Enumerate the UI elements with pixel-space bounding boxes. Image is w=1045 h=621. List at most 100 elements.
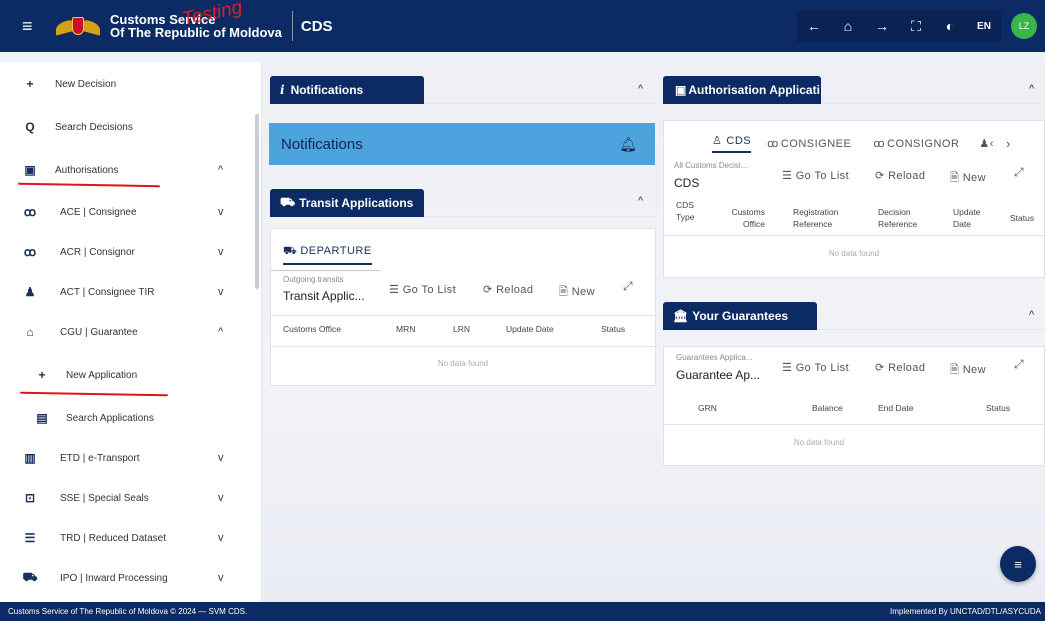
tab-cds[interactable]: ♙ CDS bbox=[712, 134, 752, 153]
go-to-list-button[interactable]: ☰ Go To List bbox=[782, 361, 849, 374]
column-header[interactable]: LRN bbox=[453, 323, 470, 335]
expand-icon[interactable]: ⤢ bbox=[623, 279, 633, 294]
guarantees-title: 🏛︎ Your Guarantees bbox=[663, 302, 817, 330]
sidebar-item-cgu[interactable]: ⌂ CGU | Guarantee ^ bbox=[0, 312, 250, 352]
column-header-line: Date bbox=[953, 219, 971, 229]
bank-icon: 🏛︎ bbox=[673, 309, 689, 323]
reload-label: Reload bbox=[496, 284, 534, 296]
menu-icon[interactable]: ≡ bbox=[22, 16, 42, 37]
sidebar-item-etd[interactable]: ▥ ETD | e-Transport v bbox=[0, 438, 250, 478]
brand-title: Customs Service Of The Republic of Moldo… bbox=[110, 0, 282, 40]
notifications-banner[interactable]: Notifications 🔔︎ bbox=[269, 123, 655, 165]
reload-button[interactable]: ⟳ Reload bbox=[875, 361, 925, 374]
reload-button[interactable]: ⟳ Reload bbox=[483, 283, 533, 296]
column-header[interactable]: MRN bbox=[396, 323, 415, 335]
table-rule bbox=[271, 315, 655, 316]
truck-icon: ⛟ bbox=[280, 195, 296, 209]
chevron-up-icon[interactable]: ^ bbox=[1029, 83, 1034, 95]
theme-icon[interactable]: ◐ bbox=[933, 10, 967, 42]
column-header[interactable]: Update Date bbox=[953, 206, 980, 230]
sidebar-item-search-applications[interactable]: ▤ Search Applications bbox=[0, 398, 250, 438]
tab-consignor[interactable]: ꝏ CONSIGNOR bbox=[873, 137, 959, 150]
column-header[interactable]: End Date bbox=[878, 402, 913, 414]
info-icon: i bbox=[280, 83, 285, 97]
sidebar-item-ipo[interactable]: ⛟ IPO | Inward Processing v bbox=[0, 558, 250, 598]
column-header[interactable]: Customs Office bbox=[283, 323, 341, 335]
notifications-header: i Notifications ^ bbox=[270, 76, 656, 104]
brand-line2: Of The Republic of Moldova bbox=[110, 25, 282, 40]
sidebar-item-acr[interactable]: ꝏ ACR | Consignor v bbox=[0, 232, 250, 272]
arrow-right-icon[interactable]: → bbox=[865, 10, 899, 42]
sidebar-item-act[interactable]: ♟ ACT | Consignee TIR v bbox=[0, 272, 250, 312]
transit-title: ⛟ Transit Applications bbox=[270, 189, 424, 217]
go-to-list-label: Go To List bbox=[795, 170, 850, 182]
tab-consignee[interactable]: ꝏ CONSIGNEE bbox=[767, 137, 851, 150]
empty-state: No data found bbox=[828, 249, 880, 258]
column-header[interactable]: Balance bbox=[812, 402, 843, 414]
column-header[interactable]: Registration Reference bbox=[793, 206, 838, 230]
authorisation-header: ▣ Authorisation Applicati ^ bbox=[663, 76, 1045, 104]
column-header[interactable]: Status bbox=[1010, 212, 1034, 224]
moldova-emblem-logo bbox=[56, 11, 100, 41]
column-header[interactable]: Customs Office bbox=[727, 206, 765, 230]
chevron-up-icon[interactable]: ^ bbox=[638, 195, 643, 207]
go-to-list-button[interactable]: ☰ Go To List bbox=[782, 169, 849, 182]
chevron-up-icon[interactable]: ^ bbox=[1029, 309, 1034, 321]
notifications-title: i Notifications bbox=[270, 76, 424, 104]
notifications-title-text: Notifications bbox=[290, 83, 364, 97]
column-header[interactable]: Decision Reference bbox=[878, 206, 917, 230]
sidebar-item-ace[interactable]: ꝏ ACE | Consignee v bbox=[0, 192, 250, 232]
list-title: Transit Applic... bbox=[283, 289, 365, 303]
column-header[interactable]: Update Date bbox=[506, 323, 554, 335]
reload-button[interactable]: ⟳ Reload bbox=[875, 169, 925, 182]
sidebar-item-new-application[interactable]: + New Application bbox=[0, 355, 250, 395]
chevron-up-icon[interactable]: ^ bbox=[638, 83, 643, 95]
fab-menu-button[interactable]: ≡ bbox=[1000, 546, 1036, 582]
column-header[interactable]: Status bbox=[601, 323, 625, 335]
chevron-right-icon[interactable]: › bbox=[1006, 136, 1011, 151]
new-button[interactable]: 🗎︎ New bbox=[559, 283, 595, 302]
chevron-down-icon: v bbox=[218, 492, 224, 504]
chevron-up-icon: ^ bbox=[218, 164, 224, 176]
new-label: New bbox=[571, 286, 595, 298]
empty-state: No data found bbox=[793, 438, 845, 447]
new-label: New bbox=[962, 172, 986, 184]
sidebar-scrollbar[interactable] bbox=[255, 114, 259, 289]
transit-tabs: ⛟ DEPARTURE bbox=[283, 245, 372, 265]
fullscreen-icon[interactable]: ⛶ bbox=[899, 10, 933, 42]
expand-icon[interactable]: ⤢ bbox=[1014, 357, 1024, 372]
guarantees-title-text: Your Guarantees bbox=[692, 309, 789, 323]
header-rule bbox=[821, 103, 1045, 104]
tab-cds-label: CDS bbox=[726, 135, 752, 147]
new-label: New bbox=[962, 364, 986, 376]
column-header[interactable]: Status bbox=[986, 402, 1010, 414]
tab-departure-label: DEPARTURE bbox=[300, 245, 372, 257]
consignor-icon: ꝏ bbox=[23, 245, 37, 259]
dataset-icon: ☰ bbox=[24, 531, 36, 545]
new-button[interactable]: 🗎︎ New bbox=[950, 169, 986, 188]
sidebar-item-label: Search Applications bbox=[66, 412, 154, 424]
column-header-line: Decision bbox=[878, 207, 911, 217]
avatar[interactable]: LZ bbox=[1011, 13, 1037, 39]
new-button[interactable]: 🗎︎ New bbox=[950, 361, 986, 380]
sidebar-item-label: IPO | Inward Processing bbox=[60, 572, 168, 584]
sidebar-item-trd[interactable]: ☰ TRD | Reduced Dataset v bbox=[0, 518, 250, 558]
list-subtitle: Guarantees Applica... bbox=[676, 353, 753, 362]
chevron-down-icon: v bbox=[218, 246, 224, 258]
footer-copyright: Customs Service of The Republic of Moldo… bbox=[8, 607, 248, 616]
go-to-list-button[interactable]: ☰ Go To List bbox=[389, 283, 456, 296]
expand-icon[interactable]: ⤢ bbox=[1014, 165, 1024, 180]
home-icon[interactable]: ⌂ bbox=[831, 10, 865, 42]
chevron-down-icon: v bbox=[218, 532, 224, 544]
arrow-left-icon[interactable]: ← bbox=[797, 10, 831, 42]
column-header[interactable]: CDS Type bbox=[676, 199, 694, 223]
tab-departure[interactable]: ⛟ DEPARTURE bbox=[283, 245, 372, 265]
sidebar-item-sse[interactable]: ⊡ SSE | Special Seals v bbox=[0, 478, 250, 518]
sidebar-item-search-decisions[interactable]: Q Search Decisions bbox=[0, 107, 250, 147]
sidebar-item-new-decision[interactable]: + New Decision bbox=[0, 64, 250, 104]
language-button[interactable]: EN bbox=[967, 10, 1001, 42]
tab-overflow[interactable]: ♟‹ bbox=[979, 137, 994, 150]
column-header[interactable]: GRN bbox=[698, 402, 717, 414]
bell-icon[interactable]: 🔔︎ bbox=[619, 136, 637, 153]
guarantees-header: 🏛︎ Your Guarantees ^ bbox=[663, 302, 1045, 330]
